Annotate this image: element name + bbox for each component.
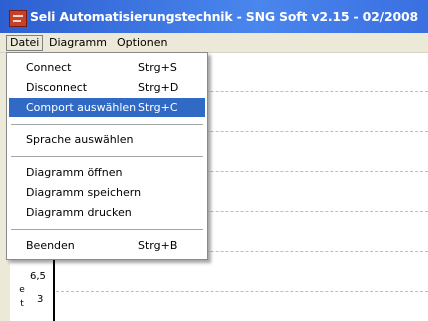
menu-item-beenden[interactable]: Beenden Strg+B — [9, 236, 205, 255]
menu-item-disconnect[interactable]: Disconnect Strg+D — [9, 78, 205, 97]
menu-item-shortcut: Strg+S — [138, 61, 177, 74]
menu-item-comport[interactable]: Comport auswählen Strg+C — [9, 98, 205, 117]
menu-optionen[interactable]: Optionen — [114, 35, 170, 51]
menu-bar: Datei Diagramm Optionen — [0, 33, 428, 53]
menu-item-connect[interactable]: Connect Strg+S — [9, 58, 205, 77]
menu-diagramm[interactable]: Diagramm — [46, 35, 110, 51]
datei-dropdown-menu: Connect Strg+S Disconnect Strg+D Comport… — [6, 52, 208, 260]
title-bar: Seli Automatisierungstechnik - SNG Soft … — [0, 0, 428, 33]
menu-item-label: Diagramm speichern — [26, 186, 142, 199]
menu-item-shortcut: Strg+B — [138, 239, 178, 252]
window-title: Seli Automatisierungstechnik - SNG Soft … — [30, 9, 419, 24]
menu-item-label: Comport auswählen — [26, 101, 137, 114]
grid-line — [56, 291, 428, 292]
menu-item-label: Sprache auswählen — [26, 133, 134, 146]
y-axis-letter: e — [19, 285, 25, 295]
app-icon[interactable] — [9, 10, 27, 27]
menu-item-sprache[interactable]: Sprache auswählen — [9, 130, 205, 149]
menu-item-diagramm-oeffnen[interactable]: Diagramm öffnen — [9, 163, 205, 182]
menu-item-shortcut: Strg+D — [138, 81, 179, 94]
menu-item-label: Connect — [26, 61, 72, 74]
y-tick-label: 3 — [37, 294, 44, 305]
menu-separator — [11, 229, 203, 230]
menu-item-diagramm-drucken[interactable]: Diagramm drucken — [9, 203, 205, 222]
menu-item-label: Diagramm drucken — [26, 206, 132, 219]
menu-separator — [11, 124, 203, 125]
menu-item-label: Beenden — [26, 239, 75, 252]
y-tick-label: 6,5 — [30, 271, 46, 282]
menu-item-label: Diagramm öffnen — [26, 166, 123, 179]
menu-item-label: Disconnect — [26, 81, 88, 94]
y-axis-letter: t — [20, 299, 24, 309]
menu-datei[interactable]: Datei — [6, 35, 44, 51]
menu-item-diagramm-speichern[interactable]: Diagramm speichern — [9, 183, 205, 202]
menu-separator — [11, 156, 203, 157]
menu-item-shortcut: Strg+C — [138, 101, 178, 114]
